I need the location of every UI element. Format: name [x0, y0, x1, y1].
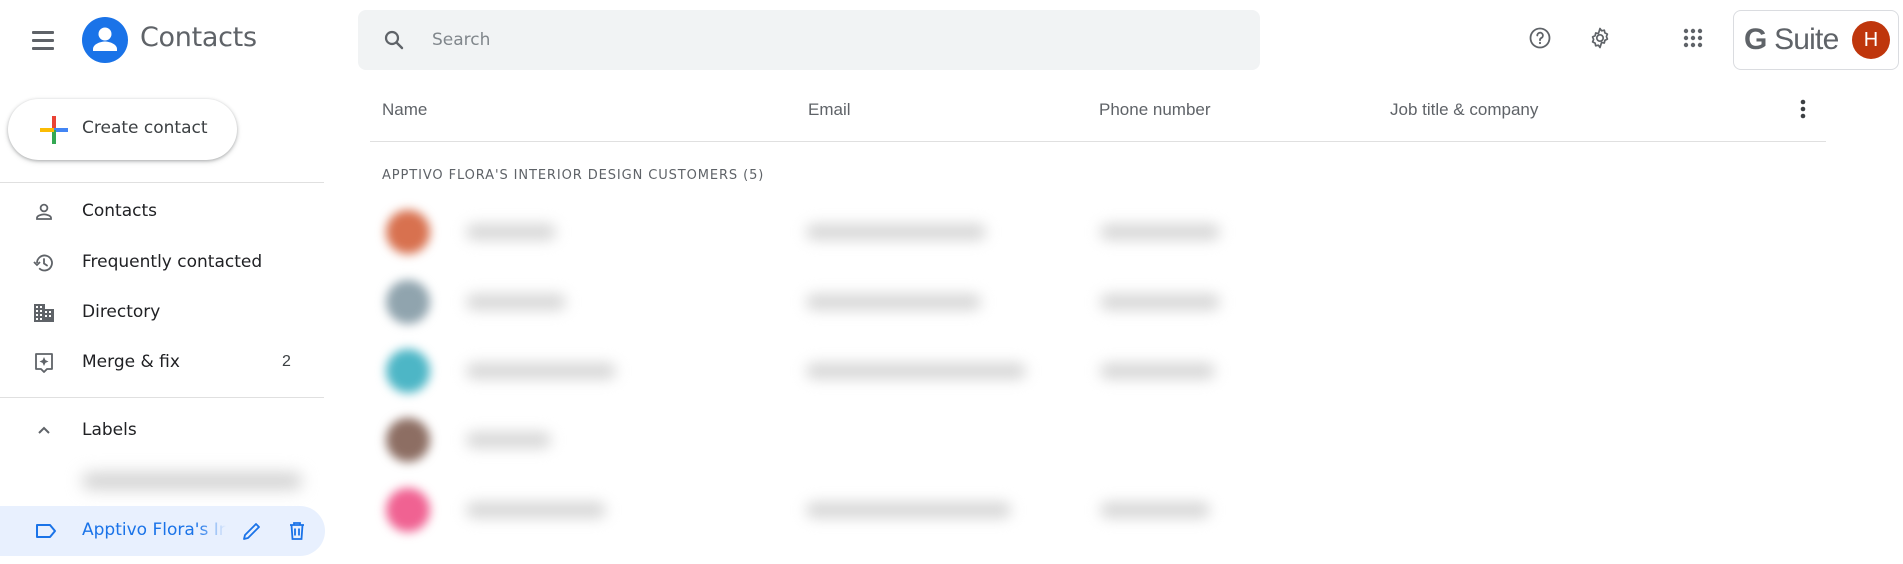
- contacts-logo-icon: [82, 17, 128, 63]
- contact-email-redacted: [806, 224, 986, 240]
- user-avatar[interactable]: H: [1852, 21, 1890, 59]
- chevron-up-icon: [32, 419, 56, 443]
- account-switcher[interactable]: G Suite H: [1733, 10, 1899, 70]
- contact-row[interactable]: [370, 198, 1826, 266]
- contact-row[interactable]: [370, 337, 1826, 405]
- contact-name-redacted: [466, 363, 616, 379]
- contact-email-redacted: [806, 363, 1026, 379]
- contact-phone-redacted: [1100, 294, 1220, 310]
- label-item-redacted[interactable]: [18, 461, 318, 501]
- apps-grid-icon: [1681, 26, 1705, 55]
- contact-name-redacted: [466, 502, 606, 518]
- contact-name-redacted: [466, 294, 566, 310]
- contact-email-redacted: [806, 502, 1011, 518]
- hamburger-menu-icon: [32, 31, 54, 34]
- person-icon: [32, 200, 56, 224]
- label-name: Apptivo Flora's Interior Design Customer…: [82, 520, 226, 540]
- building-icon: [32, 301, 56, 325]
- redacted-label-text: [82, 473, 302, 489]
- contact-avatar[interactable]: [386, 280, 430, 324]
- contact-row[interactable]: [370, 268, 1826, 336]
- contact-name-redacted: [466, 224, 556, 240]
- settings-button[interactable]: [1580, 20, 1620, 60]
- label-item-selected[interactable]: Apptivo Flora's Interior Design Customer…: [0, 506, 325, 556]
- sidebar-item-contacts[interactable]: Contacts: [0, 189, 324, 235]
- search-icon[interactable]: [382, 28, 406, 52]
- gsuite-logo: G Suite: [1744, 23, 1839, 56]
- column-header-name[interactable]: Name: [382, 100, 427, 120]
- contact-row[interactable]: [370, 476, 1826, 544]
- column-header-email[interactable]: Email: [808, 100, 851, 120]
- help-button[interactable]: [1520, 20, 1560, 60]
- sidebar-item-label: Merge & fix: [82, 352, 180, 372]
- sidebar-divider: [0, 397, 324, 398]
- merge-fix-count: 2: [282, 353, 291, 370]
- contact-phone-redacted: [1100, 502, 1210, 518]
- header-divider: [370, 141, 1826, 142]
- create-contact-button[interactable]: Create contact: [8, 99, 237, 160]
- search-input[interactable]: [432, 10, 1232, 70]
- labels-toggle[interactable]: Labels: [0, 408, 324, 454]
- sidebar-item-label: Directory: [82, 302, 161, 322]
- contact-email-redacted: [806, 294, 981, 310]
- contact-avatar[interactable]: [386, 210, 430, 254]
- contact-row[interactable]: [370, 406, 1826, 474]
- merge-fix-icon: [32, 351, 56, 375]
- contact-name-redacted: [466, 432, 551, 448]
- sidebar-item-directory[interactable]: Directory: [0, 290, 324, 336]
- create-contact-label: Create contact: [82, 118, 208, 138]
- delete-label-icon[interactable]: [285, 519, 309, 543]
- contact-avatar[interactable]: [386, 349, 430, 393]
- sidebar-divider: [0, 182, 324, 183]
- more-vert-icon: [1790, 99, 1816, 128]
- more-options-button[interactable]: [1790, 94, 1816, 124]
- group-title: APPTIVO FLORA'S INTERIOR DESIGN CUSTOMER…: [382, 168, 765, 183]
- search-bar[interactable]: [358, 10, 1260, 70]
- help-icon: [1528, 26, 1552, 55]
- sidebar-item-label: Contacts: [82, 201, 157, 221]
- main-menu-button[interactable]: [28, 26, 58, 54]
- column-header-job[interactable]: Job title & company: [1390, 100, 1538, 120]
- apps-button[interactable]: [1673, 20, 1713, 60]
- contact-avatar[interactable]: [386, 418, 430, 462]
- contact-phone-redacted: [1100, 224, 1220, 240]
- sidebar-item-frequently-contacted[interactable]: Frequently contacted: [0, 240, 324, 286]
- edit-label-icon[interactable]: [240, 519, 264, 543]
- labels-header: Labels: [82, 420, 137, 440]
- contact-avatar[interactable]: [386, 488, 430, 532]
- contact-phone-redacted: [1100, 363, 1215, 379]
- column-header-phone[interactable]: Phone number: [1099, 100, 1211, 120]
- gear-icon: [1588, 26, 1612, 55]
- sidebar-item-merge-fix[interactable]: Merge & fix 2: [0, 340, 324, 386]
- history-icon: [32, 251, 56, 275]
- app-title: Contacts: [140, 22, 257, 53]
- plus-icon: [38, 114, 70, 146]
- label-icon: [34, 520, 58, 542]
- sidebar-item-label: Frequently contacted: [82, 252, 263, 272]
